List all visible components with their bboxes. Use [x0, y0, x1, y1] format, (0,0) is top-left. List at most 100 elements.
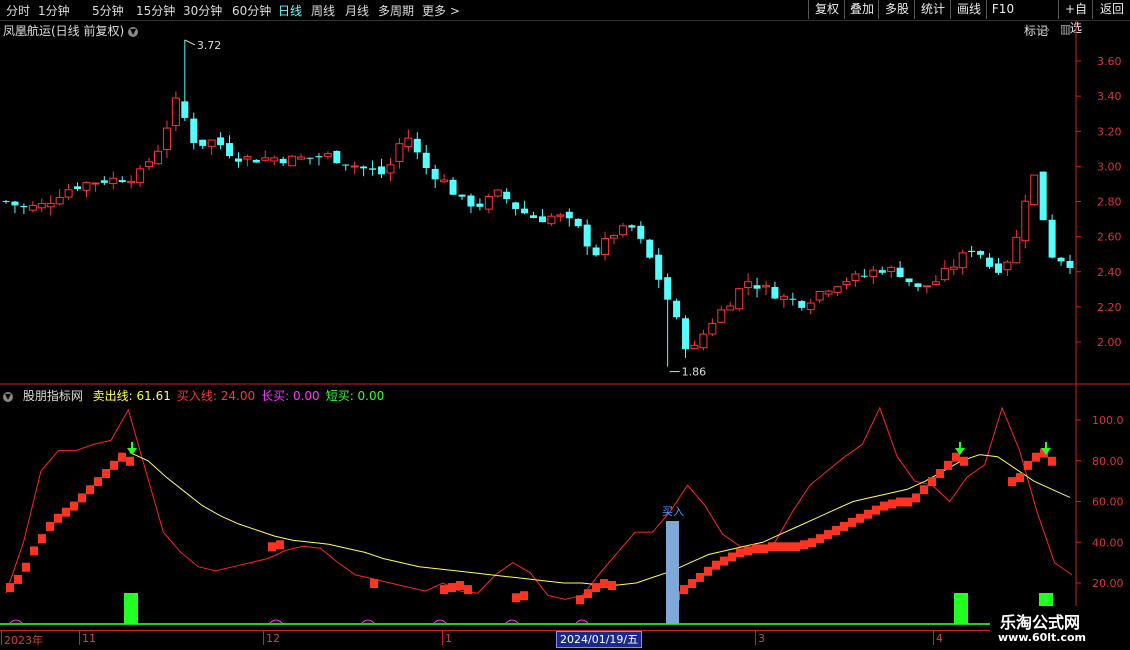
- indicator-name: 股朋指标网: [22, 389, 83, 403]
- candle-body: [484, 195, 493, 210]
- long-buy-marker: [433, 619, 447, 624]
- candle-body: [306, 157, 314, 159]
- candle-body: [914, 283, 922, 287]
- candle-body: [922, 285, 931, 288]
- indicator-block: [840, 521, 848, 531]
- indicator-tick-label: 60.00: [1092, 496, 1124, 509]
- candle-body: [986, 257, 994, 267]
- indicator-block: [54, 513, 62, 523]
- candle-body: [118, 180, 126, 183]
- candle-body: [618, 225, 627, 236]
- indicator-block: [464, 585, 472, 595]
- indicator-block: [736, 548, 744, 558]
- candle-body: [842, 281, 851, 285]
- indicator-block: [912, 493, 920, 503]
- candle-body: [565, 211, 573, 219]
- candle-body: [530, 215, 538, 218]
- candle-body: [521, 208, 529, 214]
- candle-body: [958, 252, 967, 269]
- candle-body: [1030, 174, 1039, 206]
- indicator-block: [688, 579, 696, 588]
- candle-body: [708, 322, 717, 335]
- date-label-0: 2023年: [4, 634, 43, 647]
- indicator-block: [944, 460, 952, 470]
- indicator-block: [928, 477, 936, 487]
- long-buy-marker: [269, 619, 283, 624]
- candle-body: [199, 139, 207, 146]
- candle-body: [744, 281, 753, 288]
- candle-body: [74, 186, 82, 190]
- candle-body: [440, 179, 449, 183]
- buy-bar: [666, 521, 679, 624]
- indicator-block: [512, 593, 520, 603]
- candle-body: [323, 153, 332, 157]
- oscillator-line: [5, 406, 1073, 600]
- indicator-block: [102, 468, 110, 478]
- sell-signal-arrow: [127, 442, 137, 455]
- long-buy-marker: [505, 619, 519, 624]
- candle-body: [1057, 257, 1065, 262]
- indicator-block: [1016, 473, 1024, 483]
- price-tick-label: 3.40: [1097, 90, 1122, 103]
- candle-body: [547, 215, 556, 225]
- candle-body: [592, 247, 600, 256]
- candle-body: [556, 214, 565, 217]
- candle-body: [512, 202, 520, 209]
- indicator-block: [608, 581, 616, 591]
- candle-body: [91, 182, 100, 185]
- indicator-block: [936, 468, 944, 478]
- chevron-down-icon[interactable]: ▼: [3, 391, 13, 402]
- candle-body: [699, 333, 708, 349]
- indicator-block: [268, 542, 276, 552]
- indicator-tick-label: 80.00: [1092, 455, 1124, 468]
- candle-body: [637, 225, 645, 239]
- indicator-block: [600, 579, 608, 588]
- indicator-block: [576, 595, 584, 605]
- candle-body: [181, 101, 189, 118]
- candle-body: [28, 204, 37, 211]
- candle-body: [628, 225, 636, 228]
- signal-bar: [954, 593, 968, 624]
- candle-body: [887, 266, 896, 272]
- indicator-block: [888, 499, 896, 509]
- candle-body: [762, 285, 770, 288]
- candle-body: [610, 234, 618, 239]
- candle-body: [833, 286, 842, 293]
- candle-body: [467, 195, 475, 207]
- indicator-block: [62, 507, 70, 517]
- candle-body: [1003, 261, 1012, 271]
- candle-body: [207, 139, 216, 147]
- candle-body: [673, 300, 681, 318]
- long-buy-marker: [9, 619, 23, 624]
- indicator-block: [78, 493, 86, 503]
- price-tick-label: 2.00: [1097, 336, 1122, 349]
- price-tick-label: 2.60: [1097, 231, 1122, 244]
- kline-chart[interactable]: 3.60 3.40 3.20 3.00 2.80 2.60 2.40 2.20 2.00 3.72…: [0, 0, 1130, 650]
- candle-body: [878, 270, 886, 273]
- indicator-block: [696, 572, 704, 582]
- indicator-block: [792, 542, 800, 552]
- indicator-block: [896, 497, 904, 507]
- candle-body: [37, 203, 46, 209]
- watermark: 乐淘公式网 www.60lt.com: [990, 606, 1130, 650]
- indicator-block: [800, 540, 808, 550]
- signal-bar: [124, 593, 138, 624]
- candle-body: [20, 206, 28, 208]
- indicator-block: [584, 589, 592, 599]
- candle-body: [968, 250, 976, 252]
- candle-body: [726, 305, 735, 311]
- candle-body: [860, 275, 868, 277]
- candle-body: [171, 97, 180, 127]
- candle-body: [779, 295, 788, 300]
- indicator-block: [784, 542, 792, 552]
- candle-body: [404, 137, 413, 148]
- sell-line: [129, 452, 1071, 586]
- indicator-block: [728, 552, 736, 562]
- candle-body: [431, 168, 439, 180]
- indicator-block: [816, 534, 824, 544]
- indicator-block: [776, 542, 784, 552]
- watermark-title: 乐淘公式网: [1000, 613, 1081, 632]
- candle-body: [503, 191, 511, 200]
- candle-body: [449, 179, 457, 195]
- indicator-block: [110, 460, 118, 470]
